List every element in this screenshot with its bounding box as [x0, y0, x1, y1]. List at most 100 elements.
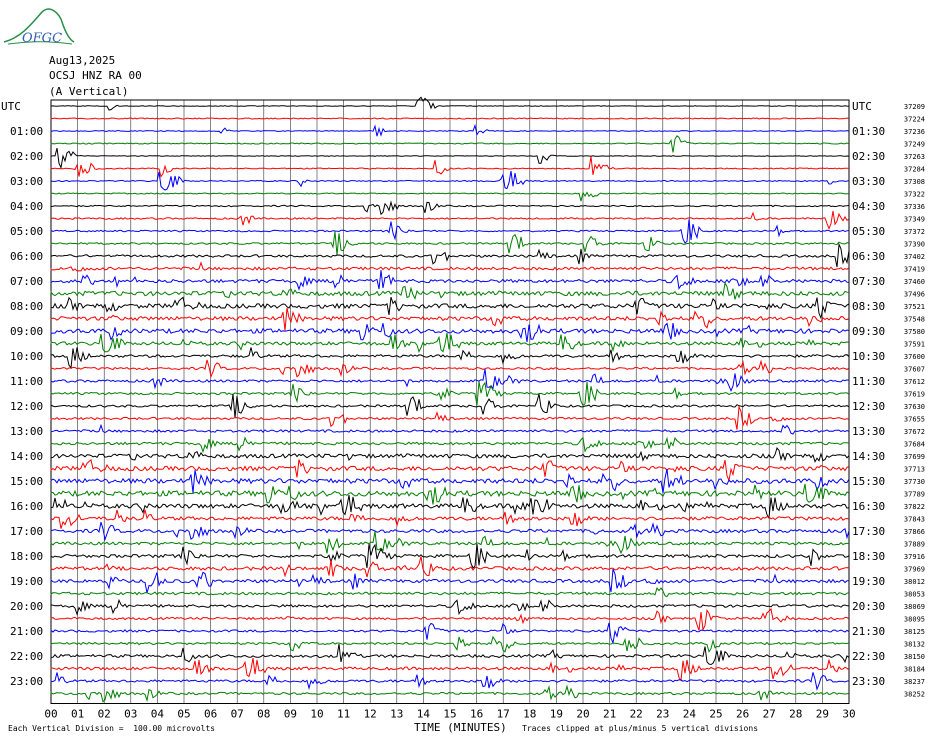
minute-tick-label: 01 — [71, 708, 84, 721]
minute-tick-label: 26 — [736, 708, 749, 721]
left-time-label: UTC — [1, 100, 21, 113]
left-time-label: 23:00 — [10, 675, 43, 688]
trace-id-label: 37372 — [904, 228, 925, 236]
trace-id-label: 37699 — [904, 453, 925, 461]
minute-tick-label: 06 — [204, 708, 217, 721]
trace-id-label: 37336 — [904, 203, 925, 211]
left-time-label: 18:00 — [10, 550, 43, 563]
minute-tick-label: 00 — [44, 708, 57, 721]
right-time-label: 18:30 — [852, 550, 885, 563]
minute-tick-label: 21 — [603, 708, 616, 721]
trace-id-label: 37672 — [904, 428, 925, 436]
right-time-label: 03:30 — [852, 175, 885, 188]
trace-id-label: 38095 — [904, 616, 925, 624]
trace-id-label: 37419 — [904, 266, 925, 274]
right-time-label: 16:30 — [852, 500, 885, 513]
left-time-label: 19:00 — [10, 575, 43, 588]
minute-tick-label: 23 — [656, 708, 669, 721]
minute-tick-label: 13 — [390, 708, 403, 721]
scale-note: Each Vertical Division = 100.00 microvol… — [8, 724, 216, 733]
minute-tick-label: 17 — [497, 708, 510, 721]
trace-id-label: 38150 — [904, 653, 925, 661]
left-time-label: 12:00 — [10, 400, 43, 413]
trace-id-label: 37521 — [904, 303, 925, 311]
trace-id-label: 37460 — [904, 278, 925, 286]
trace-id-label: 37591 — [904, 341, 925, 349]
right-time-label: 19:30 — [852, 575, 885, 588]
trace-id-label: 37684 — [904, 441, 925, 449]
trace-id-label: 37209 — [904, 103, 925, 111]
right-time-label: 09:30 — [852, 325, 885, 338]
minute-tick-label: 09 — [284, 708, 297, 721]
trace-id-label: 37889 — [904, 541, 925, 549]
minute-tick-label: 03 — [124, 708, 137, 721]
left-time-label: 14:00 — [10, 450, 43, 463]
right-time-label: 02:30 — [852, 150, 885, 163]
minute-tick-label: 24 — [683, 708, 697, 721]
trace-id-label: 37284 — [904, 166, 925, 174]
left-time-label: 02:00 — [10, 150, 43, 163]
left-time-label: 15:00 — [10, 475, 43, 488]
trace-id-label: 38012 — [904, 578, 925, 586]
minute-tick-label: 15 — [443, 708, 456, 721]
right-time-label: 20:30 — [852, 600, 885, 613]
minute-tick-label: 20 — [576, 708, 589, 721]
right-time-label: 01:30 — [852, 125, 885, 138]
trace-id-label: 37969 — [904, 566, 925, 574]
trace-id-label: 37843 — [904, 516, 925, 524]
minute-tick-label: 27 — [763, 708, 776, 721]
minute-tick-label: 02 — [98, 708, 111, 721]
left-time-label: 11:00 — [10, 375, 43, 388]
trace-id-label: 37619 — [904, 391, 925, 399]
x-axis-title: TIME (MINUTES) — [414, 721, 507, 734]
helicorder-plot: 37209 37224 37236 37249 37263 37284 37308 37322… — [1, 96, 925, 721]
right-time-label: 13:30 — [852, 425, 885, 438]
right-time-label: 21:30 — [852, 625, 885, 638]
minute-tick-label: 08 — [257, 708, 270, 721]
right-time-label: UTC — [852, 100, 872, 113]
right-time-label: 11:30 — [852, 375, 885, 388]
minute-tick-label: 07 — [231, 708, 244, 721]
left-time-label: 03:00 — [10, 175, 43, 188]
clip-note: Traces clipped at plus/minus 5 vertical … — [522, 724, 759, 733]
right-time-label: 05:30 — [852, 225, 885, 238]
trace-id-label: 37322 — [904, 191, 925, 199]
trace-id-label: 38125 — [904, 628, 925, 636]
minute-tick-label: 29 — [816, 708, 829, 721]
trace-id-label: 38237 — [904, 678, 925, 686]
trace-id-label: 37789 — [904, 491, 925, 499]
right-time-label: 23:30 — [852, 675, 885, 688]
trace-id-label: 37655 — [904, 416, 925, 424]
left-time-label: 01:00 — [10, 125, 43, 138]
minute-tick-label: 30 — [842, 708, 855, 721]
left-time-label: 04:00 — [10, 200, 43, 213]
trace-id-label: 37249 — [904, 141, 925, 149]
left-time-label: 05:00 — [10, 225, 43, 238]
minute-tick-label: 18 — [523, 708, 536, 721]
left-time-label: 07:00 — [10, 275, 43, 288]
minute-tick-label: 05 — [177, 708, 190, 721]
trace-id-label: 37263 — [904, 153, 925, 161]
left-time-label: 10:00 — [10, 350, 43, 363]
minute-tick-label: 14 — [417, 708, 431, 721]
minute-tick-label: 11 — [337, 708, 350, 721]
trace-id-label: 38132 — [904, 641, 925, 649]
minute-tick-label: 12 — [364, 708, 377, 721]
minute-tick-label: 25 — [709, 708, 722, 721]
right-time-label: 12:30 — [852, 400, 885, 413]
right-time-label: 15:30 — [852, 475, 885, 488]
left-time-label: 13:00 — [10, 425, 43, 438]
seismic-trace — [50, 117, 850, 120]
trace-id-label: 37496 — [904, 291, 925, 299]
trace-id-label: 38053 — [904, 591, 925, 599]
minute-tick-label: 28 — [789, 708, 802, 721]
trace-id-label: 37236 — [904, 128, 925, 136]
left-time-label: 06:00 — [10, 250, 43, 263]
trace-id-label: 37612 — [904, 378, 925, 386]
left-time-label: 09:00 — [10, 325, 43, 338]
left-time-label: 16:00 — [10, 500, 43, 513]
trace-id-label: 37630 — [904, 403, 925, 411]
trace-id-label: 38184 — [904, 666, 925, 674]
trace-id-label: 37224 — [904, 116, 925, 124]
minute-tick-label: 22 — [630, 708, 643, 721]
